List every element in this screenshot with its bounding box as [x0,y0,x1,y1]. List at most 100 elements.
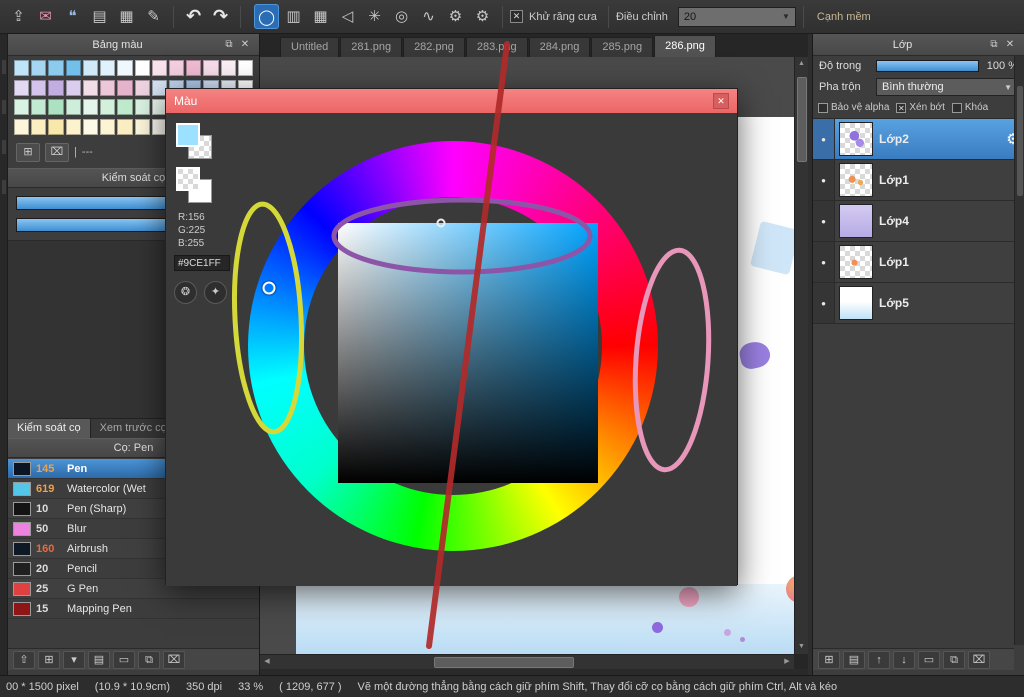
layer-scroll-thumb[interactable] [1016,86,1023,196]
palette-swatch[interactable] [82,60,99,76]
gradient-tool-icon[interactable]: ▥ [281,4,306,29]
scroll-down-icon[interactable]: ▼ [795,640,809,654]
palette-swatch[interactable] [65,60,81,76]
palette-swatch[interactable] [237,60,253,76]
palette-swatch[interactable] [31,60,47,76]
transparent-color-swatch[interactable] [176,167,200,191]
palette-swatch[interactable] [31,79,47,96]
polygon-tool-icon[interactable]: ◁ [335,4,360,29]
palette-swatch[interactable] [100,79,116,96]
lock-option[interactable]: Khóa [951,102,988,113]
layer-visibility-toggle[interactable]: ● [813,160,835,200]
layer-up-icon[interactable]: ↑ [868,650,890,669]
opacity-slider[interactable] [876,60,979,72]
new-folder-icon[interactable]: ▭ [918,650,940,669]
collapsed-panel-strip[interactable] [0,34,8,675]
delete-swatch-icon[interactable]: ⌧ [45,142,69,162]
layer-script-icon[interactable]: ▤ [843,650,865,669]
layer-row[interactable]: ● Lớp1 ⚙ [813,160,1024,201]
popout-icon[interactable]: ⧉ [221,39,237,50]
palette-swatch[interactable] [117,99,133,115]
brush-list-item[interactable]: 15 Mapping Pen [8,599,259,619]
chat-icon[interactable]: ✉ [33,4,58,29]
alpha-protect-option[interactable]: Bảo vệ alpha [818,102,889,113]
palette-swatch[interactable] [117,118,133,135]
palette-swatch[interactable] [134,60,150,76]
grid-document-icon[interactable]: ▦ [114,4,139,29]
palette-swatch[interactable] [220,60,236,76]
layer-visibility-toggle[interactable]: ● [813,242,835,282]
hex-value-field[interactable]: #9CE1FF [174,255,230,271]
layer-row[interactable]: ● Lớp1 ⚙ [813,242,1024,283]
palette-swatch[interactable] [100,99,116,115]
redo-icon[interactable]: ↷ [208,4,233,29]
layer-visibility-toggle[interactable]: ● [813,119,835,159]
palette-swatch[interactable] [100,60,116,76]
palette-swatch[interactable] [82,118,99,135]
rings-tool-icon[interactable]: ◎ [389,4,414,29]
saturation-value-square[interactable] [338,223,598,483]
layer-row[interactable]: ● Lớp5 ⚙ [813,283,1024,324]
palette-swatch[interactable] [100,118,116,135]
close-icon[interactable]: ✕ [237,39,253,50]
scroll-right-icon[interactable]: ▶ [780,655,794,669]
layer-visibility-toggle[interactable]: ● [813,201,835,241]
horizontal-scroll-thumb[interactable] [434,656,574,668]
ellipse-tool-icon[interactable]: ◯ [254,4,279,29]
left-panel-tab[interactable]: Xem trước cọ [90,419,177,438]
palette-swatch[interactable] [186,60,202,76]
left-panel-tab[interactable]: Kiểm soát cọ [8,419,91,438]
palette-swatch[interactable] [134,118,150,135]
export-icon[interactable]: ⇪ [6,4,31,29]
symmetry-tool-icon[interactable]: ✳ [362,4,387,29]
palette-swatch[interactable] [48,60,64,76]
document-tab[interactable]: 282.png [403,37,465,57]
color-dialog-titlebar[interactable]: Màu ✕ [166,89,737,113]
clipping-checkbox[interactable]: ✕ [896,102,907,113]
color-dialog[interactable]: Màu ✕ R:156 G:225 B:255 #9CE1FF ❂ ✦ [165,88,738,586]
settings-icon[interactable]: ⚙ [470,4,495,29]
palette-swatch[interactable] [31,118,47,135]
palette-swatch[interactable] [14,79,30,96]
palette-button[interactable]: ❂ [174,281,197,304]
layer-down-icon[interactable]: ↓ [893,650,915,669]
layer-panel-scrollbar[interactable] [1014,56,1024,645]
antialias-checkbox[interactable]: ✕ [510,10,523,23]
palette-swatch[interactable] [48,99,64,115]
close-icon[interactable]: ✕ [713,93,729,109]
document-icon[interactable]: ▤ [87,4,112,29]
tool-settings-ring-icon[interactable]: ⚙ [443,4,468,29]
palette-swatch[interactable] [14,99,30,115]
palette-swatch[interactable] [82,79,99,96]
palette-swatch[interactable] [203,60,219,76]
vertical-scrollbar[interactable]: ▲ ▼ [794,57,808,654]
scroll-up-icon[interactable]: ▲ [795,57,809,71]
document-tab[interactable]: 285.png [591,37,654,57]
palette-add-button[interactable]: ✦ [204,281,227,304]
blend-mode-select[interactable]: Bình thường ▼ [876,78,1018,96]
palette-swatch[interactable] [65,79,81,96]
duplicate-layer-icon[interactable]: ⧉ [943,650,965,669]
alpha-protect-checkbox[interactable] [818,102,828,113]
palette-swatch[interactable] [134,99,150,115]
palette-swatch[interactable] [168,60,185,76]
layer-row[interactable]: ● Lớp2 ⚙ [813,119,1024,160]
popout-icon[interactable]: ⧉ [986,39,1002,50]
scroll-left-icon[interactable]: ◀ [260,655,274,669]
palette-swatch[interactable] [14,60,30,76]
close-icon[interactable]: ✕ [1002,39,1018,50]
comment-icon[interactable]: ❝ [60,4,85,29]
document-tab[interactable]: 283.png [465,37,528,57]
palette-swatch[interactable] [14,118,30,135]
layer-visibility-toggle[interactable]: ● [813,283,835,323]
brush-folder-icon[interactable]: ▭ [113,650,135,669]
clipping-option[interactable]: ✕ Xén bớt [896,102,945,113]
palette-swatch[interactable] [82,99,99,115]
layer-row[interactable]: ● Lớp4 ⚙ [813,201,1024,242]
new-layer-icon[interactable]: ⊞ [818,650,840,669]
document-tab[interactable]: Untitled [280,37,340,57]
upload-brush-icon[interactable]: ⇧ [13,650,35,669]
brush-menu-icon[interactable]: ▾ [63,650,85,669]
delete-brush-icon[interactable]: ⌧ [163,650,185,669]
palette-swatch[interactable] [48,118,64,135]
